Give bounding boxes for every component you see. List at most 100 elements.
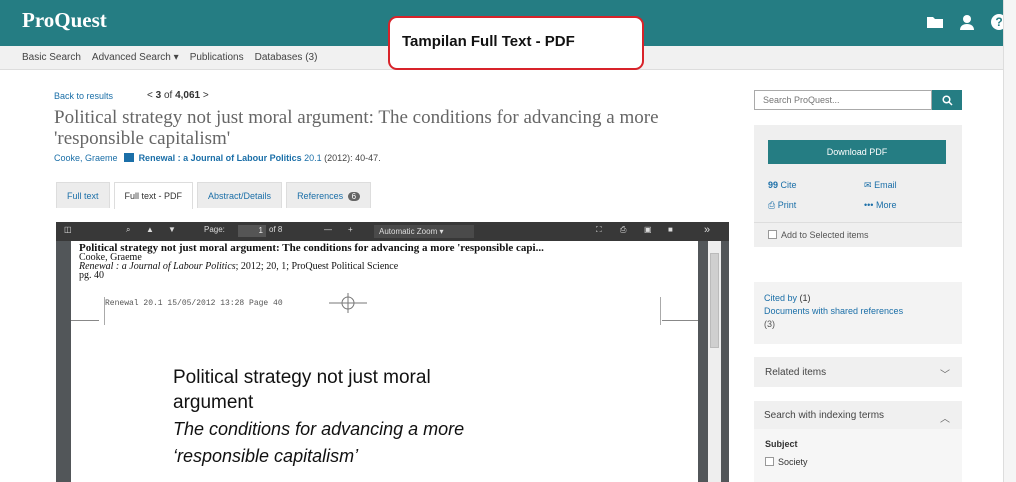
- cited-by-count: (1): [799, 293, 811, 303]
- download-pdf-button[interactable]: Download PDF: [768, 140, 946, 164]
- nav-advanced-search[interactable]: Advanced Search ▾: [92, 52, 179, 69]
- chevron-down-icon: ▾: [173, 52, 179, 63]
- article-subtitle-line2: ‘responsible capitalism’: [173, 446, 359, 466]
- search-icon: [941, 94, 953, 106]
- article-title-line1: Political strategy not just moral: [173, 367, 431, 388]
- tab-references-label: References: [297, 191, 344, 201]
- add-to-selected-checkbox[interactable]: [768, 230, 777, 239]
- tab-references[interactable]: References 6: [286, 182, 372, 208]
- publication-icon: [124, 153, 135, 162]
- zoom-out-button[interactable]: —: [324, 225, 332, 234]
- pager-next-button[interactable]: >: [203, 90, 209, 101]
- pdf-header-page: pg. 40: [79, 270, 104, 281]
- chevron-up-icon: ︿: [940, 414, 950, 425]
- crop-line-right: [662, 320, 698, 321]
- crop-mark-right: [660, 297, 661, 325]
- nav-publications[interactable]: Publications: [190, 52, 244, 69]
- citations-box: Cited by (1) Documents with shared refer…: [754, 282, 962, 344]
- pdf-header-source: Renewal : a Journal of Labour Politics; …: [79, 261, 544, 272]
- print-label: Print: [777, 200, 797, 210]
- print-icon[interactable]: ⎙: [620, 225, 626, 235]
- tab-abstract-details[interactable]: Abstract/Details: [197, 182, 283, 208]
- nav-databases[interactable]: Databases (3): [255, 52, 318, 69]
- more-tools-icon[interactable]: »: [704, 224, 710, 236]
- cite-link[interactable]: 99 Cite: [768, 180, 797, 190]
- author-link[interactable]: Cooke, Graeme: [54, 153, 118, 163]
- related-items-header[interactable]: Related items ﹀: [754, 357, 962, 387]
- shared-references-count: (3): [764, 319, 775, 329]
- document-tabs: Full text Full text - PDF Abstract/Detai…: [56, 182, 372, 209]
- document-actions-panel: Download PDF 99 Cite ✉ Email ⎙ Print •••…: [754, 125, 962, 247]
- subject-label: Subject: [765, 439, 798, 449]
- shared-references-link[interactable]: Documents with shared references: [764, 305, 952, 318]
- cite-label: Cite: [780, 180, 797, 190]
- nav-basic-search[interactable]: Basic Search: [22, 52, 81, 69]
- citation-line: Cooke, Graeme Renewal : a Journal of Lab…: [54, 153, 381, 163]
- actions-divider: [754, 222, 962, 223]
- page-number-input[interactable]: 1: [238, 225, 266, 237]
- nav-advanced-search-label: Advanced Search: [91, 52, 171, 63]
- pdf-scrollbar[interactable]: [708, 241, 721, 482]
- page-label: Page:: [204, 225, 225, 234]
- page-down-icon[interactable]: ▼: [168, 225, 176, 234]
- print-link[interactable]: ⎙ Print: [768, 200, 796, 211]
- page-scrollbar[interactable]: [1003, 0, 1016, 482]
- pdf-cover-header: Political strategy not just moral argume…: [79, 242, 544, 281]
- references-count-badge: 6: [347, 192, 361, 201]
- search-icon[interactable]: ⌕: [126, 225, 130, 235]
- zoom-select-label: Automatic Zoom: [379, 227, 438, 236]
- more-label: More: [875, 200, 897, 210]
- tab-full-text-pdf[interactable]: Full text - PDF: [113, 182, 194, 209]
- article-title-line2: argument: [173, 392, 254, 413]
- sidebar-toggle-icon[interactable]: ◫: [64, 225, 72, 234]
- subject-term-checkbox[interactable]: [765, 457, 774, 466]
- more-actions-link[interactable]: ••• More: [864, 200, 896, 210]
- zoom-in-button[interactable]: +: [348, 225, 353, 234]
- bookmark-icon[interactable]: ■: [668, 225, 673, 234]
- scan-slug-line: Renewal 20.1 15/05/2012 13:28 Page 40: [105, 299, 283, 308]
- add-to-selected[interactable]: Add to Selected items: [768, 230, 869, 240]
- pdf-scrollbar-thumb[interactable]: [710, 253, 719, 348]
- registration-mark: [329, 293, 367, 313]
- tab-full-text[interactable]: Full text: [56, 182, 110, 208]
- related-items-label: Related items: [765, 367, 827, 378]
- indexing-terms-header[interactable]: Search with indexing terms ︿: [754, 401, 962, 429]
- search-input[interactable]: [754, 90, 932, 110]
- article-subtitle-line1: The conditions for advancing a more: [173, 419, 465, 439]
- volume-link[interactable]: 20.1: [304, 153, 322, 163]
- fullscreen-icon[interactable]: ⛶: [596, 225, 602, 235]
- email-label: Email: [874, 180, 897, 190]
- svg-text:?: ?: [995, 15, 1002, 29]
- sidebar-search: [754, 90, 962, 110]
- email-link[interactable]: ✉ Email: [864, 180, 897, 191]
- crop-line-left: [71, 320, 99, 321]
- pdf-viewer: ◫ ⌕ ▲ ▼ Page: 1 of 8 — + Automatic Zoom …: [56, 222, 729, 482]
- journal-link[interactable]: Renewal : a Journal of Labour Politics: [139, 153, 302, 163]
- search-button[interactable]: [932, 90, 962, 110]
- pager-prev-button[interactable]: <: [147, 90, 153, 101]
- page-count: of 8: [269, 225, 283, 234]
- page-up-icon[interactable]: ▲: [146, 225, 154, 234]
- back-to-results-link[interactable]: Back to results: [54, 91, 113, 101]
- zoom-select[interactable]: Automatic Zoom ▾: [374, 225, 474, 238]
- annotation-callout: Tampilan Full Text - PDF: [388, 16, 644, 70]
- crop-mark-left: [104, 297, 105, 325]
- pdf-header-title: Political strategy not just moral argume…: [79, 242, 544, 254]
- year-pages: (2012): 40-47.: [324, 153, 381, 163]
- subject-term-label: Society: [778, 457, 808, 467]
- proquest-logo[interactable]: ProQuest: [22, 8, 107, 33]
- cited-by-link[interactable]: Cited by: [764, 293, 797, 303]
- printer-icon: ⎙: [768, 200, 776, 210]
- user-icon[interactable]: [958, 13, 976, 31]
- pager-of: of: [163, 90, 173, 101]
- folder-icon[interactable]: [926, 13, 944, 31]
- indexing-terms-label: Search with indexing terms: [764, 410, 885, 421]
- document-title: Political strategy not just moral argume…: [54, 107, 659, 149]
- indexing-terms-body: Subject Society: [754, 429, 962, 482]
- subject-term[interactable]: Society: [765, 457, 962, 467]
- pdf-header-source-text: ; 2012; 20, 1; ProQuest Political Scienc…: [235, 261, 399, 272]
- download-icon[interactable]: ▣: [644, 225, 652, 234]
- pdf-page: Political strategy not just moral argume…: [71, 241, 698, 482]
- ellipsis-icon: •••: [864, 200, 874, 210]
- header-icons: ?: [926, 13, 1008, 31]
